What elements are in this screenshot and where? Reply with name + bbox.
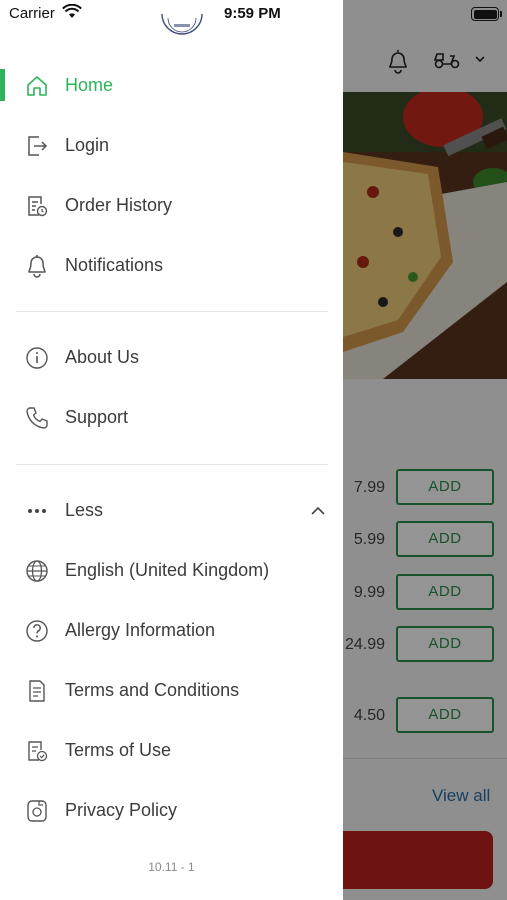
status-bar: Carrier 9:59 PM xyxy=(0,0,507,28)
document-icon xyxy=(29,680,45,702)
home-icon xyxy=(27,76,47,96)
phone-icon xyxy=(26,407,48,429)
drawer-item-label: English (United Kingdom) xyxy=(65,560,270,580)
drawer-item-label: Less xyxy=(65,500,104,520)
drawer-item-label: Notifications xyxy=(65,255,164,275)
chevron-up-icon xyxy=(311,506,325,515)
bell-icon xyxy=(28,255,46,278)
drawer-item-label: Home xyxy=(65,75,114,95)
drawer-item-login[interactable]: Login xyxy=(0,120,343,172)
drawer-item-privacy-policy[interactable]: Privacy Policy xyxy=(0,785,343,837)
question-circle-icon xyxy=(26,620,48,642)
privacy-icon xyxy=(27,800,47,822)
drawer-item-terms-and-conditions[interactable]: Terms and Conditions xyxy=(0,665,343,717)
drawer-divider xyxy=(16,464,328,465)
navigation-drawer: Home Login Order History Notifications A… xyxy=(0,0,343,900)
drawer-item-home[interactable]: Home xyxy=(0,60,343,112)
drawer-item-language[interactable]: English (United Kingdom) xyxy=(0,545,343,597)
order-history-icon xyxy=(28,196,48,217)
battery-tip xyxy=(500,11,502,17)
drawer-item-label: Order History xyxy=(65,195,173,215)
login-icon xyxy=(28,136,48,156)
app-version: 10.11 - 1 xyxy=(148,860,195,874)
drawer-item-label: Support xyxy=(65,407,129,427)
drawer-more-toggle[interactable]: Less xyxy=(0,485,343,537)
drawer-item-label: About Us xyxy=(65,347,140,367)
document-check-icon xyxy=(28,741,48,762)
drawer-item-label: Terms of Use xyxy=(65,740,172,760)
drawer-item-label: Privacy Policy xyxy=(65,800,178,820)
drawer-scrim[interactable] xyxy=(343,0,507,900)
wifi-icon xyxy=(62,4,82,18)
drawer-item-label: Login xyxy=(65,135,110,155)
more-dots-icon xyxy=(28,509,46,513)
drawer-item-about-us[interactable]: About Us xyxy=(0,332,343,384)
globe-icon xyxy=(26,560,48,582)
status-time: 9:59 PM xyxy=(224,5,281,22)
drawer-item-notifications[interactable]: Notifications xyxy=(0,240,343,292)
drawer-item-allergy-information[interactable]: Allergy Information xyxy=(0,605,343,657)
drawer-item-support[interactable]: Support xyxy=(0,392,343,444)
carrier-label: Carrier xyxy=(9,5,55,22)
drawer-item-label: Allergy Information xyxy=(65,620,216,640)
drawer-item-terms-of-use[interactable]: Terms of Use xyxy=(0,725,343,777)
info-icon xyxy=(26,347,48,369)
drawer-divider xyxy=(16,311,328,312)
drawer-item-label: Terms and Conditions xyxy=(65,680,240,700)
battery-icon xyxy=(471,7,499,21)
drawer-item-order-history[interactable]: Order History xyxy=(0,180,343,232)
